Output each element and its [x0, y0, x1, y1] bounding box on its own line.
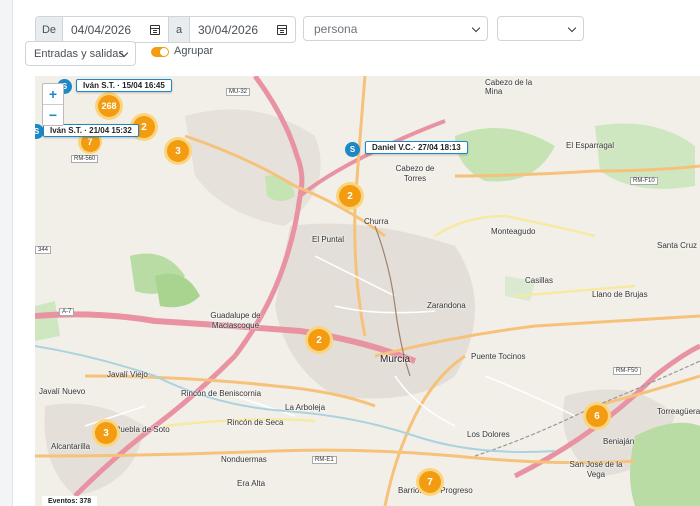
chevron-down-icon [471, 23, 481, 33]
event-type-select[interactable]: Entradas y salidas [25, 41, 136, 66]
cluster-marker[interactable]: 6 [583, 402, 611, 430]
place-label: Nonduermas [221, 455, 267, 464]
secondary-select[interactable] [497, 16, 584, 41]
place-label: Alcantarilla [51, 442, 91, 451]
events-counter: Eventos: 378 [42, 496, 98, 506]
chevron-down-icon [567, 23, 577, 33]
road-label: RM-F50 [613, 367, 641, 375]
place-label: Churra [364, 217, 389, 226]
zoom-out-button[interactable]: − [43, 105, 63, 125]
person-select[interactable]: persona [303, 16, 488, 41]
place-label: San José de la Vega [569, 460, 623, 479]
place-label: Puebla de Soto [115, 425, 170, 434]
date-to-value: 30/04/2026 [198, 22, 259, 37]
place-label: Torreagüera [657, 407, 700, 416]
marker-tooltip: Daniel V.C.· 27/04 18:13 [365, 141, 468, 154]
event-marker[interactable]: S [345, 142, 360, 157]
place-label: Murcia [380, 354, 411, 365]
place-label: Llano de Brujas [592, 290, 648, 299]
to-label: a [168, 17, 190, 42]
place-label: Javalí Nuevo [39, 387, 86, 396]
group-toggle[interactable] [151, 47, 169, 57]
date-range: De 04/04/2026 a 30/04/2026 [35, 16, 296, 43]
cluster-marker[interactable]: 268 [95, 92, 123, 120]
road-label: RM-F10 [630, 177, 658, 185]
place-label: El Esparragal [566, 141, 615, 150]
place-label: Cabezo de la Mina [485, 78, 533, 96]
from-label: De [36, 17, 63, 42]
place-label: Rincón de Beniscornia [181, 389, 262, 398]
place-label: Guadalupe de Maciascoque [210, 311, 261, 330]
road-label: RM-E1 [312, 456, 337, 464]
place-label: Zarandona [427, 301, 466, 310]
calendar-icon[interactable] [277, 24, 287, 35]
place-label: Era Alta [237, 479, 266, 488]
place-label: Monteagudo [491, 227, 536, 236]
road-label: 344 [35, 246, 52, 254]
calendar-icon[interactable] [150, 24, 160, 35]
cluster-marker[interactable]: 2 [336, 182, 364, 210]
cluster-marker[interactable]: 7 [416, 468, 444, 496]
zoom-control: + − [42, 83, 64, 126]
marker-tooltip: Iván S.T. · 15/04 16:45 [76, 79, 172, 92]
event-type-select-value: Entradas y salidas [34, 47, 124, 60]
place-label: El Puntal [312, 235, 345, 244]
date-from-input[interactable]: 04/04/2026 [63, 17, 168, 42]
road-label: A-7 [59, 308, 75, 316]
road-label: RM-560 [71, 155, 99, 163]
sidebar-edge [0, 0, 13, 506]
cluster-marker[interactable]: 3 [92, 419, 120, 447]
place-label: Los Dolores [467, 430, 510, 439]
map[interactable]: Cabezo de la Mina El Esparragal Cabezo d… [35, 76, 700, 506]
place-label: Rincón de Seca [227, 418, 284, 427]
person-select-value: persona [314, 21, 358, 36]
place-label: Puente Tocinos [471, 352, 526, 361]
place-label: Casillas [525, 276, 554, 285]
place-label: Javalí Viejo [107, 370, 148, 379]
road-label: MU-32 [226, 88, 251, 96]
place-label: Santa Cruz [657, 241, 698, 250]
cluster-marker[interactable]: 2 [305, 326, 333, 354]
group-toggle-label: Agrupar [174, 45, 214, 57]
place-label: La Arboleja [285, 403, 326, 412]
date-from-value: 04/04/2026 [71, 22, 132, 37]
place-label: Cabezo de Torres [395, 164, 435, 183]
zoom-in-button[interactable]: + [43, 84, 63, 105]
cluster-marker[interactable]: 3 [164, 137, 192, 165]
place-label: Beniaján [603, 437, 635, 446]
date-to-input[interactable]: 30/04/2026 [190, 17, 295, 42]
